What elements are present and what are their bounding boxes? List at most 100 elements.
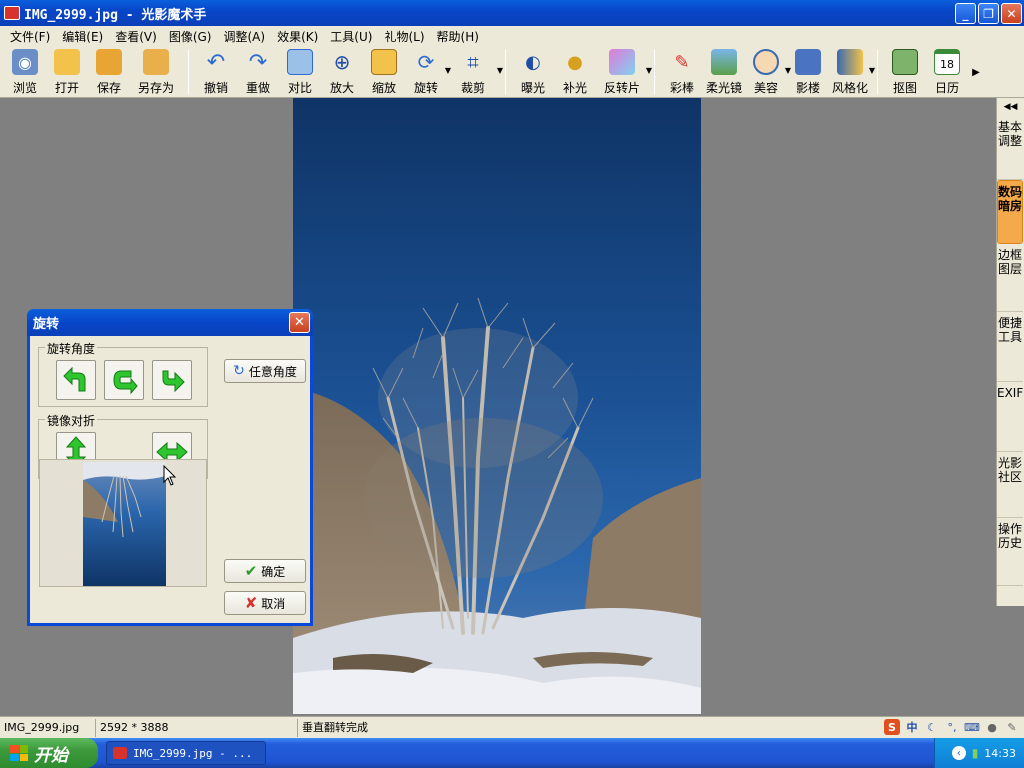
windows-logo-icon (10, 745, 28, 761)
studio-button[interactable]: 影楼 (787, 46, 829, 96)
menu-adjust[interactable]: 调整(A) (217, 28, 271, 45)
mirror-label: 镜像对折 (45, 412, 98, 429)
crop-icon: ⌗ (467, 50, 479, 74)
save-as-icon (143, 49, 169, 75)
menu-tools[interactable]: 工具(U) (324, 28, 378, 45)
dialog-close-button[interactable]: ✕ (289, 312, 310, 333)
close-button[interactable]: ✕ (1001, 3, 1022, 24)
user-icon[interactable]: ● (984, 719, 1000, 735)
redo-label: 重做 (245, 81, 270, 95)
arbitrary-angle-button[interactable]: ↻ 任意角度 (224, 359, 306, 383)
moon-icon[interactable]: ☾ (924, 719, 940, 735)
toolbar-separator (188, 50, 189, 94)
undo-button[interactable]: ↶ 撤销 (195, 46, 237, 96)
resize-button[interactable]: 缩放 (363, 46, 405, 96)
window-titlebar: IMG_2999.jpg - 光影魔术手 _ ❐ ✕ (0, 0, 1024, 26)
crop-dropdown-icon[interactable]: ▼ (497, 66, 503, 75)
side-tab-darkroom[interactable]: 数码暗房 (997, 180, 1023, 244)
save-button[interactable]: 保存 (88, 46, 130, 96)
side-panel: ◀◀ 基本调整 数码暗房 边框图层 便捷工具 EXIF 光影社区 操作历史 (996, 98, 1024, 606)
ime-chinese-icon[interactable]: 中 (904, 719, 920, 735)
color-pen-icon: ✎ (674, 51, 690, 73)
undo-icon: ↶ (206, 49, 226, 75)
preview-image (83, 462, 166, 586)
redo-button[interactable]: ↷ 重做 (237, 46, 279, 96)
stylize-icon (837, 49, 863, 75)
resize-icon (371, 49, 397, 75)
menu-edit[interactable]: 编辑(E) (56, 28, 109, 45)
side-tab-basic[interactable]: 基本调整 (997, 116, 1023, 180)
menu-gifts[interactable]: 礼物(L) (378, 28, 430, 45)
rotate-right-button[interactable] (152, 360, 192, 400)
photo-svg (293, 98, 701, 714)
zoom-in-button[interactable]: ⊕ 放大 (321, 46, 363, 96)
save-as-button[interactable]: 另存为 (130, 46, 182, 96)
exposure-button[interactable]: ◐ 曝光 (512, 46, 554, 96)
sogou-icon[interactable]: S (884, 719, 900, 735)
menu-help[interactable]: 帮助(H) (431, 28, 485, 45)
cancel-button[interactable]: ✘ 取消 (224, 591, 306, 615)
ok-button[interactable]: ✔ 确定 (224, 559, 306, 583)
invert-button[interactable]: 反转片 ▼ (596, 46, 652, 96)
start-button[interactable]: 开始 (0, 738, 98, 768)
minimize-button[interactable]: _ (955, 3, 976, 24)
stylize-button[interactable]: 风格化 ▼ (829, 46, 875, 96)
app-icon (4, 6, 20, 20)
keyboard-icon[interactable]: ⌨ (964, 719, 980, 735)
cutout-button[interactable]: 抠图 (884, 46, 926, 96)
calendar-label: 日历 (934, 81, 959, 95)
system-tray: ‹ ▮ 14:33 (934, 738, 1024, 768)
status-dimensions: 2592 * 3888 (96, 718, 298, 737)
side-tab-community[interactable]: 光影社区 (997, 452, 1023, 518)
rotate-180-button[interactable] (104, 360, 144, 400)
invert-icon (609, 49, 635, 75)
side-tab-exif[interactable]: EXIF (997, 382, 1023, 452)
menu-image[interactable]: 图像(G) (163, 28, 218, 45)
browse-label: 浏览 (12, 81, 37, 95)
chevron-right-icon: ▶ (972, 67, 980, 78)
punctuation-icon[interactable]: °, (944, 719, 960, 735)
side-tab-history[interactable]: 操作历史 (997, 518, 1023, 586)
side-tab-tools[interactable]: 便捷工具 (997, 312, 1023, 382)
fill-light-label: 补光 (562, 81, 587, 95)
invert-dropdown-icon[interactable]: ▼ (646, 66, 652, 75)
bulb-icon: ● (567, 51, 583, 73)
menu-effects[interactable]: 效果(K) (271, 28, 324, 45)
soft-focus-button[interactable]: 柔光镜 (703, 46, 745, 96)
status-bar: IMG_2999.jpg 2592 * 3888 垂直翻转完成 S 中 ☾ °,… (0, 716, 1024, 738)
color-pen-button[interactable]: ✎ 彩棒 (661, 46, 703, 96)
app-taskbar-icon (113, 747, 127, 759)
exposure-icon: ◐ (525, 51, 541, 73)
rotate-left-icon (63, 366, 86, 392)
restore-button[interactable]: ❐ (978, 3, 999, 24)
clock[interactable]: 14:33 (984, 747, 1016, 760)
crop-button[interactable]: ⌗ 裁剪 ▼ (447, 46, 503, 96)
preview-pane (39, 459, 207, 587)
stylize-dropdown-icon[interactable]: ▼ (869, 66, 875, 75)
signal-icon[interactable]: ▮ (972, 746, 979, 760)
dialog-titlebar: 旋转 ✕ (27, 309, 313, 336)
taskbar-item-app[interactable]: IMG_2999.jpg - ... (106, 741, 266, 765)
zoom-in-label: 放大 (329, 81, 354, 95)
status-message: 垂直翻转完成 (302, 720, 368, 734)
invert-label: 反转片 (603, 81, 640, 95)
tray-expand-icon[interactable]: ‹ (951, 746, 966, 760)
compare-button[interactable]: 对比 (279, 46, 321, 96)
menu-view[interactable]: 查看(V) (109, 28, 163, 45)
calendar-button[interactable]: 18 日历 (926, 46, 968, 96)
wrench-icon[interactable]: ✎ (1004, 719, 1020, 735)
collapse-icon[interactable]: ◀◀ (997, 98, 1024, 116)
taskbar: 开始 IMG_2999.jpg - ... ‹ ▮ 14:33 (0, 738, 1024, 768)
toolbar-more-button[interactable]: ▶ (968, 46, 984, 96)
fill-light-button[interactable]: ● 补光 (554, 46, 596, 96)
browse-button[interactable]: ◉ 浏览 (4, 46, 46, 96)
open-button[interactable]: 打开 (46, 46, 88, 96)
rotate-left-button[interactable] (56, 360, 96, 400)
arbitrary-angle-label: 任意角度 (248, 364, 297, 379)
side-tab-borders[interactable]: 边框图层 (997, 244, 1023, 312)
menu-file[interactable]: 文件(F) (4, 28, 56, 45)
beauty-button[interactable]: 美容 ▼ (745, 46, 791, 96)
rotate-button[interactable]: ⟳ 旋转 ▼ (405, 46, 451, 96)
color-pen-label: 彩棒 (669, 81, 694, 95)
menu-bar: 文件(F) 编辑(E) 查看(V) 图像(G) 调整(A) 效果(K) 工具(U… (0, 26, 1024, 46)
